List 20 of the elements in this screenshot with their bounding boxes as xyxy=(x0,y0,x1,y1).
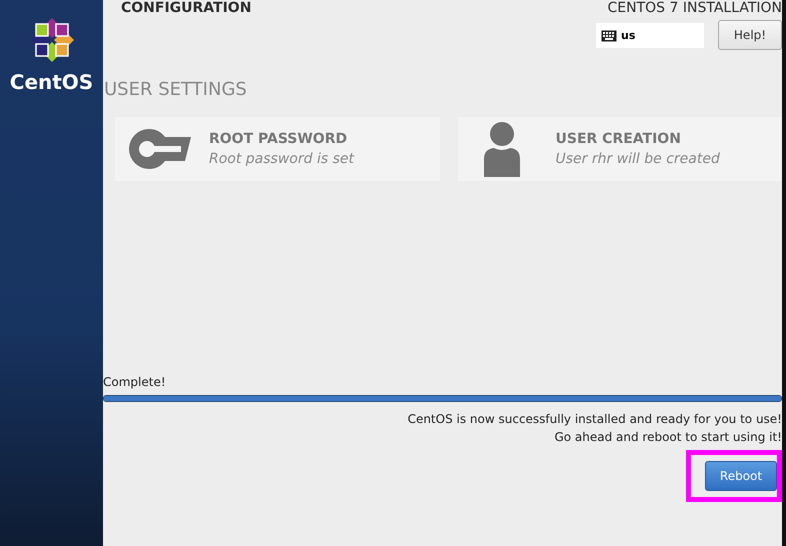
keyboard-icon xyxy=(601,30,617,42)
status-message: Go ahead and reboot to start using it! xyxy=(554,430,782,444)
logo-text: CentOS xyxy=(10,70,94,94)
key-icon xyxy=(127,127,191,171)
section-title: USER SETTINGS xyxy=(103,79,248,100)
tile-status: Root password is set xyxy=(209,151,354,167)
keyboard-layout-indicator[interactable]: us xyxy=(596,23,704,48)
settings-tile[interactable]: USER CREATION User rhr will be created xyxy=(458,117,782,181)
settings-tile[interactable]: ROOT PASSWORD Root password is set xyxy=(115,117,440,181)
product-title: CENTOS 7 INSTALLATION xyxy=(608,0,782,16)
reboot-button[interactable]: Reboot xyxy=(705,461,777,491)
keyboard-layout-label: us xyxy=(621,29,636,42)
centos-logo-icon xyxy=(28,16,76,64)
tile-status: User rhr will be created xyxy=(556,151,720,167)
progress-label: Complete! xyxy=(103,375,167,389)
tile-title: USER CREATION xyxy=(556,131,682,147)
page-title: CONFIGURATION xyxy=(121,0,252,18)
status-message: CentOS is now successfully installed and ready for you to use! xyxy=(408,412,782,426)
tile-title: ROOT PASSWORD xyxy=(209,131,348,147)
help-button[interactable]: Help! xyxy=(718,20,782,50)
